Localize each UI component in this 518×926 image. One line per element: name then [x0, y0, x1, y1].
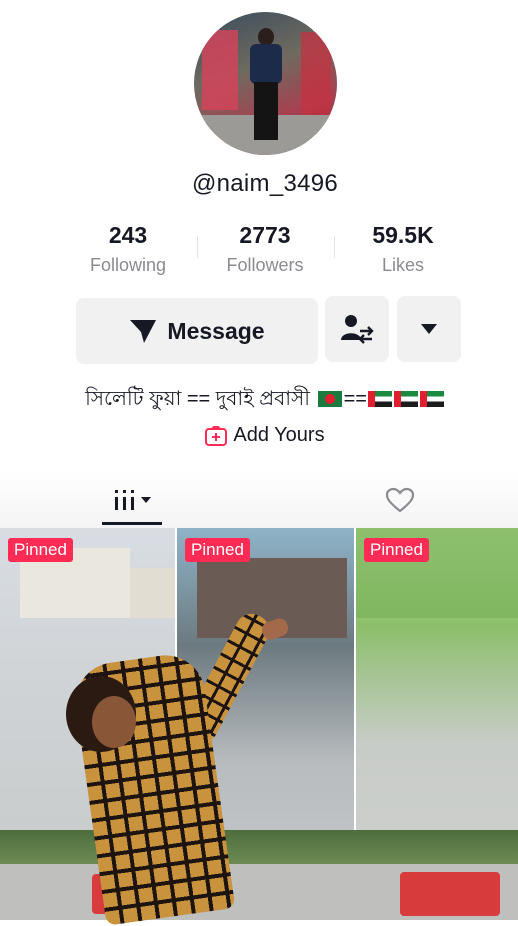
message-label: Message — [167, 317, 265, 344]
stat-value: 2773 — [239, 222, 291, 248]
thumbnail-scenery — [0, 830, 518, 864]
profile-tabs — [0, 470, 518, 528]
bio-separator: == — [343, 388, 367, 410]
tab-videos[interactable] — [102, 480, 162, 520]
stat-followers[interactable]: 2773 Followers — [205, 222, 325, 276]
follow-back-button[interactable] — [325, 296, 389, 362]
username: @naim_3496 — [191, 170, 339, 197]
more-options-button[interactable] — [397, 296, 461, 362]
stat-label: Followers — [226, 255, 304, 275]
uae-flag-icon — [367, 391, 392, 407]
video-grid: Pinned Pinned Pinned — [0, 528, 518, 926]
grid-icon — [115, 490, 134, 510]
heart-outline-icon — [385, 487, 415, 513]
stat-following[interactable]: 243 Following — [68, 222, 188, 276]
pinned-badge: Pinned — [8, 538, 73, 562]
bangladesh-flag-icon — [317, 391, 342, 407]
thumbnail-person — [92, 696, 136, 748]
avatar-background — [301, 32, 331, 122]
avatar-person — [250, 44, 282, 84]
uae-flag-icon — [419, 391, 444, 407]
bio-text: সিলেটি ফুয়া == দুবাই প্রবাসী — [85, 388, 310, 410]
thumbnail-scenery — [130, 568, 175, 618]
pinned-badge: Pinned — [185, 538, 250, 562]
message-button[interactable]: Message — [76, 298, 318, 364]
plus-box-icon — [205, 425, 228, 446]
stat-divider — [197, 236, 198, 258]
stat-likes[interactable]: 59.5K Likes — [343, 222, 463, 276]
add-yours-link[interactable]: Add Yours — [0, 424, 518, 447]
add-yours-label: Add Yours — [233, 424, 325, 446]
send-arrow-icon — [130, 320, 157, 343]
pinned-badge: Pinned — [364, 538, 429, 562]
thumbnail-scenery — [400, 872, 500, 916]
bio: সিলেটি ফুয়া == দুবাই প্রবাসী == — [0, 384, 518, 417]
caret-down-icon — [421, 324, 437, 334]
stat-value: 243 — [108, 222, 148, 248]
active-tab-indicator — [102, 522, 162, 525]
stat-value: 59.5K — [372, 222, 434, 248]
stat-label: Following — [89, 255, 167, 275]
stat-divider — [334, 236, 335, 258]
tab-liked[interactable] — [380, 480, 420, 520]
avatar-person — [254, 82, 278, 140]
stat-label: Likes — [381, 255, 425, 275]
avatar-background — [202, 30, 238, 110]
caret-down-icon — [141, 497, 151, 503]
profile-avatar[interactable] — [194, 12, 337, 155]
uae-flag-icon — [393, 391, 418, 407]
person-swap-icon — [341, 315, 374, 344]
